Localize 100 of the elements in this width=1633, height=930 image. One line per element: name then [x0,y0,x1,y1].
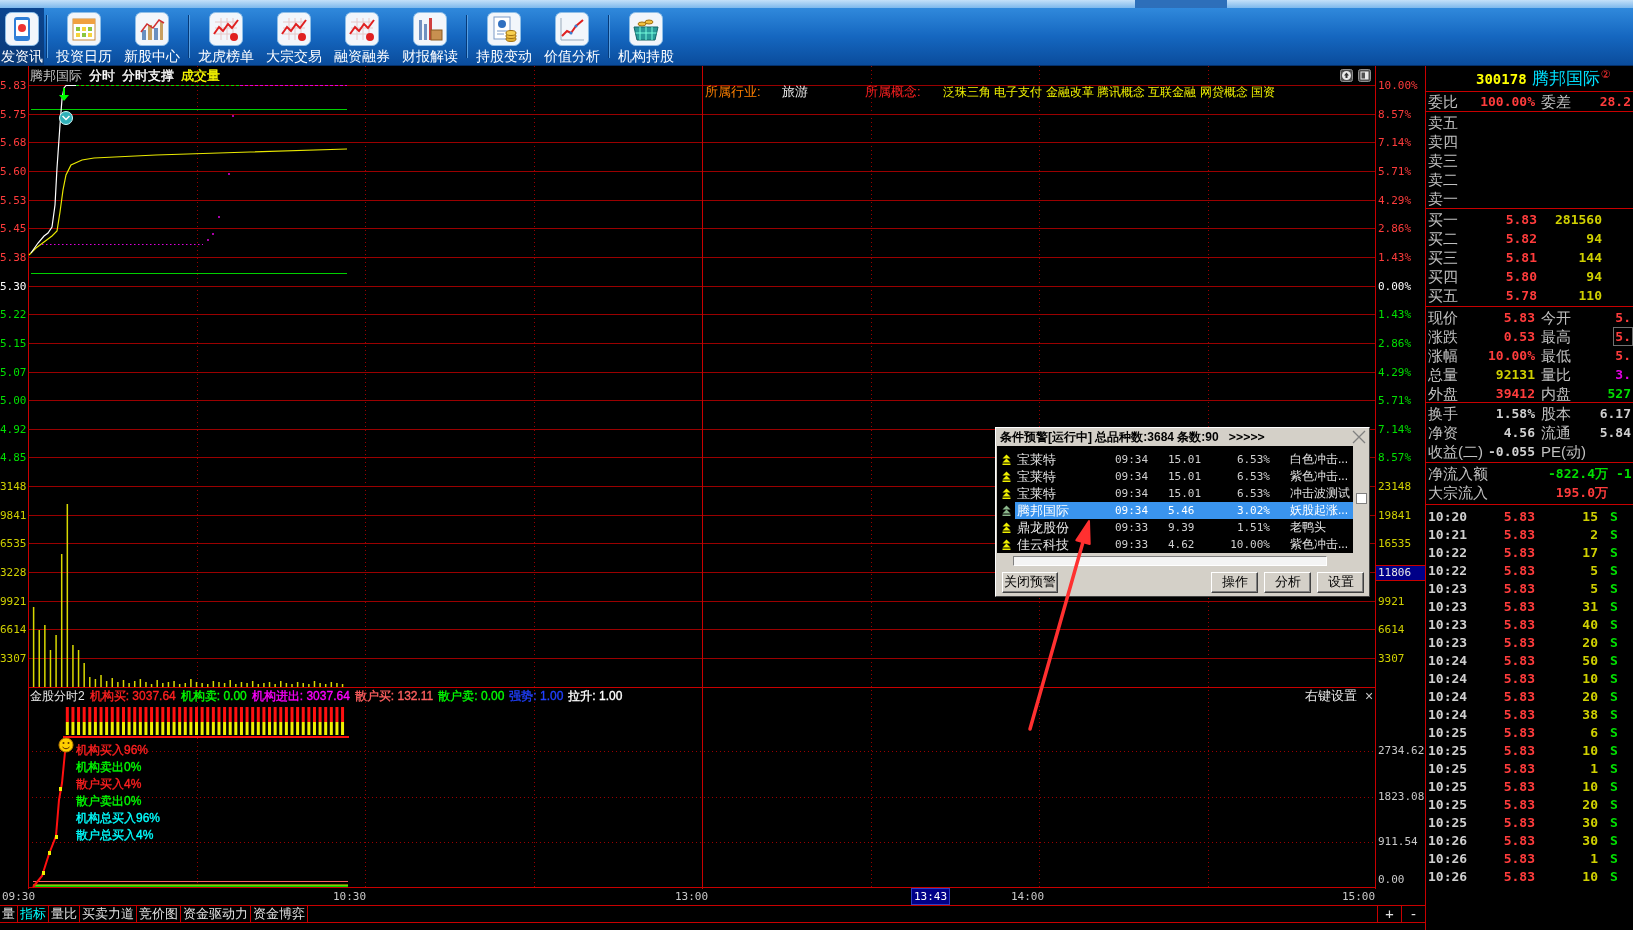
bid-price: 5.83 [1505,212,1537,227]
trade-time: 10:24 [1428,652,1468,668]
trade-time: 10:23 [1428,616,1468,632]
industry-value: 旅游 [782,84,808,100]
dialog-button[interactable]: 关闭预警 [1002,571,1058,593]
signal-bar [335,707,339,735]
toolbar-button[interactable]: 融资融券 [328,8,396,65]
bottom-tab[interactable]: 竞价图 [137,906,181,922]
trade-volume: 15 [1582,508,1598,524]
trade-volume: 20 [1582,634,1598,650]
trade-volume: 5 [1590,580,1598,596]
toolbar-button[interactable]: 价值分析 [538,8,606,65]
dialog-button[interactable]: 设置 [1317,571,1364,593]
alert-row[interactable]: 鼎龙股份 09:33 9.39 1.51% 老鸭头 [1015,519,1353,536]
toolbar-button[interactable]: 财报解读 [396,8,464,65]
volume-bar [139,679,142,687]
trade-price: 5.83 [1503,526,1535,542]
toolbar-button[interactable]: 机构持股 [612,8,680,65]
stock-name: 宝莱特 [1017,485,1056,502]
percent-scale-label: 4.29% [1378,365,1412,380]
trade-side: S [1610,706,1618,722]
indicator-legend: 机构买入96% [76,742,149,758]
signal-bar [71,707,75,735]
bottom-tab[interactable]: 资金博弈 [251,906,308,922]
trade-price: 5.83 [1503,508,1535,524]
toolbar-button[interactable]: 大宗交易 [260,8,328,65]
toolbar-button[interactable]: 新股中心 [118,8,186,65]
down-arrow-icon [59,87,69,101]
settings-hint: 右键设置 [1305,688,1357,704]
signal-bar [217,707,221,735]
alert-row[interactable]: 佳云科技 09:33 4.62 10.00% 紫色冲击... [1015,536,1353,553]
ask-label: 卖一 [1428,189,1459,208]
alert-time: 09:34 [1115,453,1149,466]
bottom-tab[interactable]: 资金驱动力 [181,906,251,922]
quote-value: 92131 [1494,366,1536,384]
quote-label: 涨跌 [1428,327,1458,346]
bottom-tab[interactable]: 量比 [49,906,80,922]
volume-scale-label: 9921 [1377,593,1406,610]
expand-link[interactable]: >>>>> [1228,430,1265,444]
volume-bar [167,682,170,687]
trade-time: 10:25 [1428,814,1468,830]
up-arrow-circle-icon[interactable] [1340,69,1353,82]
bottom-tab[interactable]: 买卖力道 [80,906,137,922]
stock-name: 佳云科技 [1017,536,1069,553]
indicator-reading: 机构买: 3037.64 [89,689,176,704]
quote-value: 100.00% [1479,93,1536,111]
price-scale-label: 5.53 [0,193,27,208]
quote-label: 今开 [1541,308,1571,327]
toolbar-button[interactable]: 发资讯 [0,8,44,65]
dialog-button[interactable]: 操作 [1211,571,1258,593]
alert-row[interactable]: 宝莱特 09:34 15.01 6.53% 冲击波测试 [1015,485,1353,502]
alert-row[interactable]: 宝莱特 09:34 15.01 6.53% 白色冲击... [1015,451,1353,468]
price-scale-label: 5.38 [0,250,27,265]
trade-time: 10:26 [1428,832,1468,848]
trade-volume: 1 [1590,850,1598,866]
bottom-tab[interactable]: 指标 [18,906,49,922]
volume-scale-label: 3307 [1377,650,1406,667]
volume-bar [212,681,215,687]
close-icon[interactable] [1352,430,1366,444]
toolbar-button[interactable]: 持股变动 [470,8,538,65]
indicator-legend: 散户买入4% [76,776,142,792]
quote-value: 5. [1614,347,1632,365]
line-chart-icon [345,12,379,46]
volume-bar [77,650,80,687]
trade-price: 5.83 [1503,580,1535,596]
checkbox[interactable] [1355,493,1367,504]
bid-price: 5.82 [1505,231,1537,246]
trade-time: 10:23 [1428,598,1468,614]
alert-row[interactable]: 宝莱特 09:34 15.01 6.53% 紫色冲击... [1015,468,1353,485]
time-scale-label: 15:00 [1341,889,1377,904]
alert-time: 09:33 [1115,538,1149,551]
smiley-icon [58,737,74,753]
toolbar-button[interactable]: 龙虎榜单 [192,8,260,65]
panel-icon[interactable] [1358,69,1371,82]
trade-side: S [1610,544,1618,560]
quote-label: 外盘 [1428,384,1458,403]
trade-time: 10:22 [1428,562,1468,578]
quote-value: 527 [1606,385,1632,403]
indicator-legend: 散户卖出0% [76,793,142,809]
trade-volume: 20 [1582,796,1598,812]
trade-side: S [1610,652,1618,668]
percent-scale-label: 5.71% [1378,164,1412,179]
trade-volume: 30 [1582,814,1598,830]
price-scale-label: 5.83 [0,78,27,93]
trade-time: 10:25 [1428,742,1468,758]
dialog-button[interactable]: 分析 [1264,571,1311,593]
quote-label: 最低 [1541,346,1571,365]
horizontal-scrollbar[interactable] [1013,556,1327,566]
quote-label: 总量 [1428,365,1458,384]
bar-chart-icon [135,12,169,46]
trade-side: S [1610,796,1618,812]
quote-value: 5.83 [1502,309,1536,327]
bottom-tab[interactable]: 量 [0,906,18,922]
quote-value: 3. [1614,366,1632,384]
trade-volume: 31 [1582,598,1598,614]
quote-label: 流通 [1541,423,1571,442]
toolbar-button[interactable]: 投资日历 [50,8,118,65]
close-button[interactable]: × [1365,688,1374,704]
alert-signal: 紫色冲击... [1290,468,1348,485]
trade-volume: 30 [1582,832,1598,848]
